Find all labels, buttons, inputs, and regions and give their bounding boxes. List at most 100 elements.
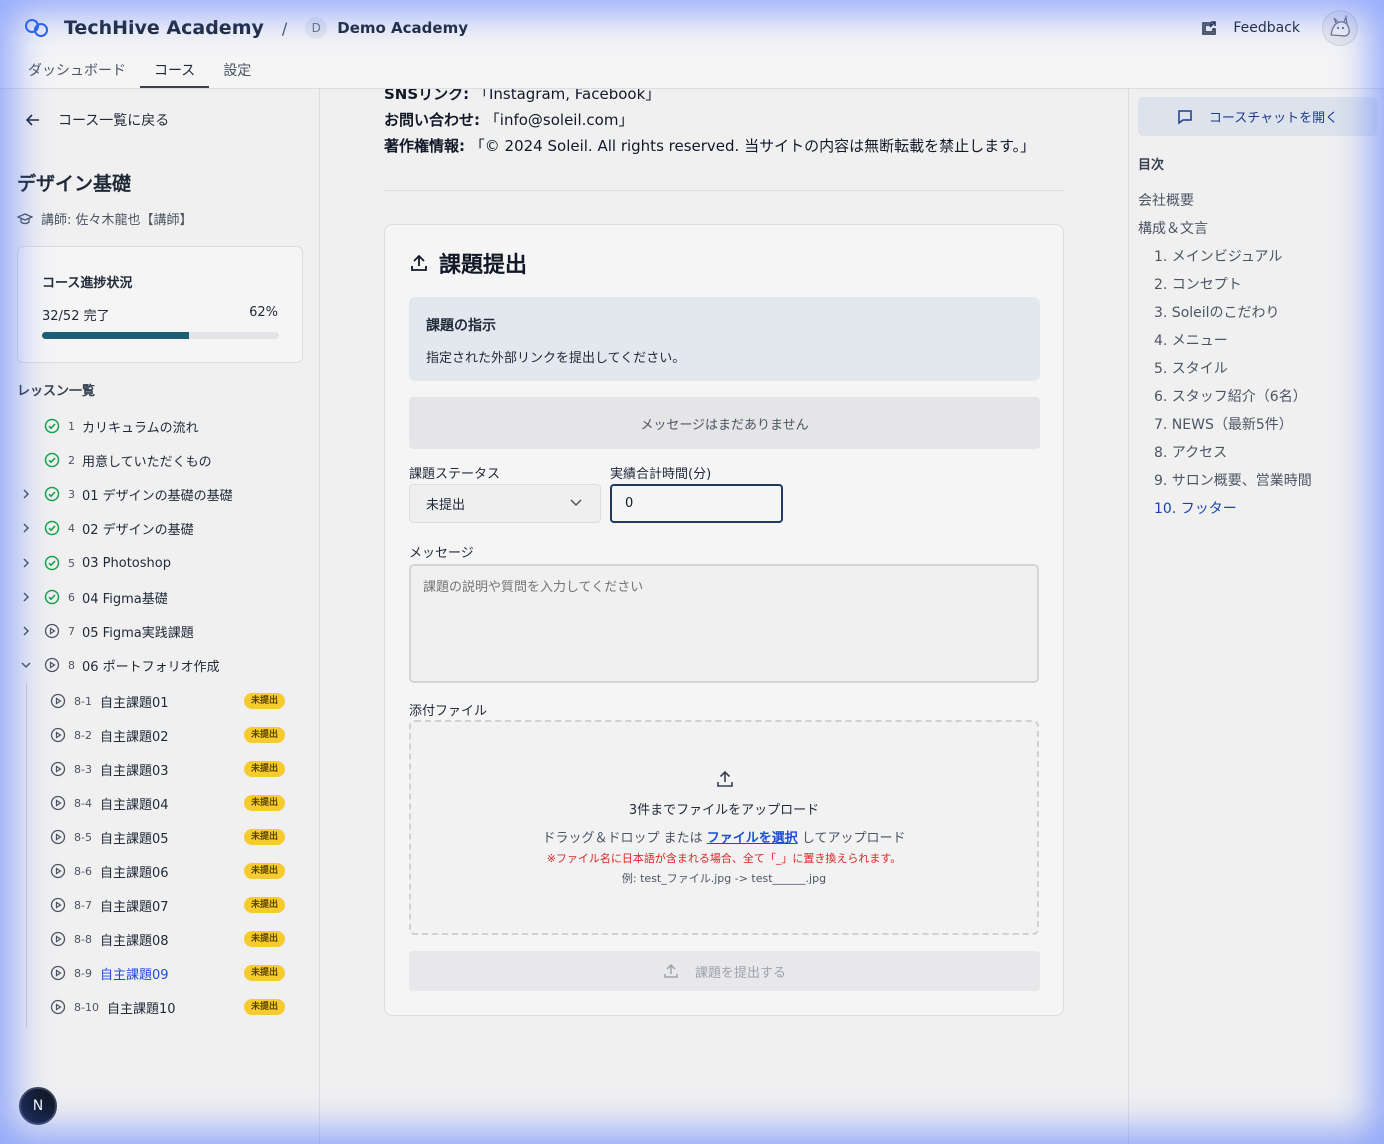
chevron-down-icon[interactable] — [20, 659, 32, 671]
chevron-right-icon[interactable] — [20, 625, 32, 637]
sublesson-item[interactable]: 8-5 自主課題05 未提出 — [0, 824, 320, 850]
sublesson-item[interactable]: 8-6 自主課題06 未提出 — [0, 858, 320, 884]
feedback-button[interactable]: Feedback — [1201, 16, 1300, 40]
dropzone-text-after: してアップロード — [797, 831, 906, 846]
sublesson-number: 8-1 — [74, 694, 92, 708]
status-field-label: 課題ステータス — [409, 467, 501, 482]
play-circle-icon — [50, 897, 66, 913]
status-badge: 未提出 — [244, 999, 286, 1015]
sublesson-item[interactable]: 8-4 自主課題04 未提出 — [0, 790, 320, 816]
total-time-input[interactable] — [610, 484, 783, 523]
lesson-title: 用意していただくもの — [82, 454, 212, 470]
sublesson-item[interactable]: 8-1 自主課題01 未提出 — [0, 688, 320, 714]
arrow-left-icon — [26, 114, 39, 126]
content-divider — [384, 190, 1064, 191]
tab-settings[interactable]: 設定 — [209, 56, 265, 88]
chevron-right-icon[interactable] — [20, 488, 32, 500]
progress-percent: 62% — [249, 305, 278, 320]
check-circle-icon — [44, 520, 60, 536]
brand-logo-icon — [25, 19, 48, 37]
info-line-copyright: 著作権情報: 「© 2024 Soleil. All rights reserv… — [384, 135, 1035, 156]
play-circle-icon — [50, 931, 66, 947]
message-textarea[interactable] — [409, 564, 1039, 683]
toc-item[interactable]: 1. メインビジュアル — [1154, 246, 1282, 266]
lesson-item[interactable]: 2 用意していただくもの — [0, 447, 320, 473]
toc-item[interactable]: 9. サロン概要、営業時間 — [1154, 470, 1312, 490]
instructor-name: 講師: 佐々木龍也【講師】 — [41, 213, 193, 228]
lesson-item[interactable]: 6 04 Figma基礎 — [0, 584, 320, 610]
sublesson-title: 自主課題09 — [100, 967, 169, 983]
check-circle-icon — [44, 418, 60, 434]
sublesson-title: 自主課題06 — [100, 865, 169, 881]
lesson-number: 7 — [68, 624, 75, 638]
brand[interactable]: TechHive Academy / D Demo Academy — [24, 14, 468, 42]
tab-dashboard[interactable]: ダッシュボード — [14, 56, 140, 88]
select-file-link[interactable]: ファイルを選択 — [707, 831, 798, 846]
lesson-item[interactable]: 8 06 ポートフォリオ作成 — [0, 652, 320, 678]
upload-icon — [411, 254, 427, 271]
chevron-right-icon[interactable] — [20, 557, 32, 569]
sublesson-number: 8-5 — [74, 830, 92, 844]
sublesson-item[interactable]: 8-3 自主課題03 未提出 — [0, 756, 320, 782]
toc-item[interactable]: 会社概要 — [1138, 190, 1194, 210]
main-nav-tabs: ダッシュボード コース 設定 — [14, 56, 265, 88]
assignment-instruction-box: 課題の指示 指定された外部リンクを提出してください。 — [409, 297, 1040, 381]
progress-title: コース進捗状況 — [42, 276, 133, 291]
lesson-number: 5 — [68, 556, 75, 570]
toc-item[interactable]: 構成＆文言 — [1138, 218, 1208, 238]
open-course-chat-button[interactable]: コースチャットを開く — [1138, 97, 1377, 136]
lesson-number: 2 — [68, 453, 75, 467]
org-initial-badge: D — [305, 17, 328, 39]
play-circle-icon — [50, 829, 66, 845]
check-circle-icon — [44, 452, 60, 468]
sublesson-number: 8-4 — [74, 796, 92, 810]
toc-item[interactable]: 10. フッター — [1154, 498, 1237, 518]
org-name[interactable]: Demo Academy — [337, 19, 468, 37]
toc-item[interactable]: 5. スタイル — [1154, 358, 1228, 378]
no-messages-notice: メッセージはまだありません — [409, 397, 1040, 449]
toc-item[interactable]: 6. スタッフ紹介（6名） — [1154, 386, 1307, 406]
sublesson-number: 8-7 — [74, 898, 92, 912]
main-content: SNSリンク: 「Instagram, Facebook」 お問い合わせ: 「i… — [320, 89, 1128, 1144]
feedback-label: Feedback — [1233, 20, 1300, 36]
chevron-right-icon[interactable] — [20, 522, 32, 534]
sublesson-item[interactable]: 8-10 自主課題10 未提出 — [0, 994, 320, 1020]
lesson-item[interactable]: 7 05 Figma実践課題 — [0, 618, 320, 644]
brand-name: TechHive Academy — [64, 17, 264, 39]
user-avatar[interactable] — [1322, 10, 1358, 46]
lesson-item[interactable]: 1 カリキュラムの流れ — [0, 413, 320, 439]
back-to-courses-link[interactable]: コース一覧に戻る — [26, 110, 169, 130]
lesson-number: 4 — [68, 521, 75, 535]
sublesson-title: 自主課題03 — [100, 763, 169, 779]
toc-item[interactable]: 8. アクセス — [1154, 442, 1227, 462]
sublesson-number: 8-9 — [74, 966, 92, 980]
lesson-number: 6 — [68, 590, 75, 604]
lesson-item[interactable]: 3 01 デザインの基礎の基礎 — [0, 481, 320, 507]
status-badge: 未提出 — [244, 829, 286, 845]
toc-item[interactable]: 3. Soleilのこだわり — [1154, 302, 1280, 322]
course-sidebar: コース一覧に戻る デザイン基礎 講師: 佐々木龍也【講師】 コース進捗状況 32… — [0, 89, 320, 1144]
progress-count: 32/52 完了 — [42, 309, 110, 324]
status-badge: 未提出 — [244, 693, 286, 709]
lesson-item[interactable]: 4 02 デザインの基礎 — [0, 515, 320, 541]
play-circle-icon — [50, 693, 66, 709]
sublesson-item[interactable]: 8-2 自主課題02 未提出 — [0, 722, 320, 748]
sublesson-item[interactable]: 8-8 自主課題08 未提出 — [0, 926, 320, 952]
dev-tools-badge[interactable]: N — [19, 1087, 57, 1125]
toc-item[interactable]: 4. メニュー — [1154, 330, 1228, 350]
toc-item[interactable]: 7. NEWS（最新5件） — [1154, 414, 1293, 434]
status-badge: 未提出 — [244, 897, 286, 913]
status-select[interactable]: 未提出 — [409, 484, 601, 523]
sublesson-item[interactable]: 8-9 自主課題09 未提出 — [0, 960, 320, 986]
lesson-item[interactable]: 5 03 Photoshop — [0, 550, 320, 576]
chevron-right-icon[interactable] — [20, 591, 32, 603]
assignment-card-title: 課題提出 — [409, 247, 527, 279]
file-dropzone[interactable]: 3件までファイルをアップロード ドラッグ＆ドロップ または ファイルを選択 して… — [409, 720, 1039, 935]
assignment-submission-card: 課題提出 課題の指示 指定された外部リンクを提出してください。 メッセージはまだ… — [384, 224, 1064, 1016]
chevron-down-icon — [570, 499, 582, 507]
toc-item[interactable]: 2. コンセプト — [1154, 274, 1242, 294]
sublesson-title: 自主課題07 — [100, 899, 169, 915]
sublesson-item[interactable]: 8-7 自主課題07 未提出 — [0, 892, 320, 918]
tab-course[interactable]: コース — [140, 56, 210, 88]
submit-assignment-button[interactable]: 課題を提出する — [409, 951, 1040, 991]
